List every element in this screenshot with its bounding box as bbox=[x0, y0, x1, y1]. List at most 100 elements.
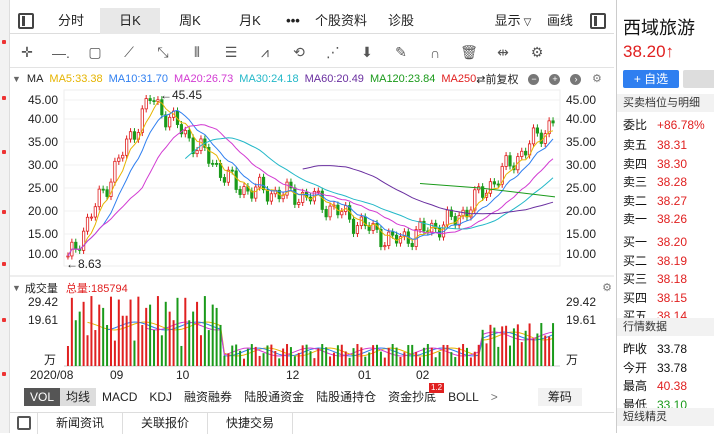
volume-settings-icon[interactable]: ⚙ bbox=[602, 281, 612, 294]
vol-y-tick: 万 bbox=[44, 353, 56, 367]
ma-collapse-icon[interactable]: ▼ bbox=[12, 74, 21, 84]
tab-monthly-k[interactable]: 月K bbox=[220, 8, 280, 34]
segment-tool-icon[interactable]: ⤡ bbox=[146, 44, 180, 61]
volume-bar bbox=[297, 352, 300, 366]
settings-gear-icon[interactable]: ⚙ bbox=[520, 44, 554, 61]
zoom-in-icon[interactable]: + bbox=[549, 73, 561, 85]
line-tool-icon[interactable]: —. bbox=[44, 45, 78, 61]
candle-body bbox=[328, 205, 332, 218]
tab-stock-profile[interactable]: 个股资料 bbox=[306, 8, 376, 34]
candle-body bbox=[261, 176, 266, 191]
row-value: 38.18 bbox=[657, 272, 688, 287]
row-value: 38.28 bbox=[657, 175, 688, 190]
ind-margin[interactable]: 融资融券 bbox=[178, 388, 238, 406]
zoom-out-icon[interactable]: − bbox=[528, 73, 540, 85]
candle-body bbox=[144, 98, 148, 110]
row-value: 38.26 bbox=[657, 212, 688, 227]
tab-news[interactable]: 新闻资讯 bbox=[38, 412, 124, 434]
tab-related-quotes[interactable]: 关联报价 bbox=[123, 412, 209, 434]
display-menu-button[interactable]: 显示 ▽ bbox=[488, 8, 538, 34]
candle-body bbox=[520, 150, 524, 157]
trash-icon[interactable]: 🗑 bbox=[452, 44, 486, 61]
row-value: 33.78 bbox=[657, 342, 688, 356]
candle-body bbox=[215, 162, 219, 165]
pen-tool-icon[interactable]: ✎ bbox=[384, 44, 418, 61]
drawing-button[interactable]: 画线 bbox=[538, 8, 582, 34]
row-label: 卖二 bbox=[623, 193, 648, 208]
ind-bottom-fishing[interactable]: 资金抄底 1.2 bbox=[382, 383, 445, 406]
candle-body bbox=[242, 186, 246, 195]
tab-quick-trade[interactable]: 快捷交易 bbox=[208, 412, 294, 434]
ask-row: 卖三 38.28 bbox=[623, 173, 714, 191]
volume-collapse-icon[interactable]: ▼ bbox=[12, 283, 21, 293]
arrow-down-tool-icon[interactable]: ⬇ bbox=[350, 44, 384, 61]
ma-legend: ▼ MA MA5:33.38 MA10:31.70 MA20:26.73 MA3… bbox=[12, 70, 612, 88]
ind-vol[interactable]: VOL bbox=[24, 388, 61, 406]
volume-bar bbox=[219, 324, 222, 366]
tab-intraday[interactable]: 分时 bbox=[42, 8, 100, 34]
magnet-icon[interactable]: ∩ bbox=[418, 45, 452, 61]
volume-bar bbox=[207, 330, 210, 366]
volume-bar bbox=[258, 355, 261, 366]
volume-bar bbox=[391, 344, 394, 366]
ind-northbound-flow[interactable]: 陆股通资金 bbox=[238, 388, 310, 406]
y-tick-label: 20.00 bbox=[28, 204, 58, 218]
volume-bar bbox=[469, 357, 472, 366]
ind-northbound-holdings[interactable]: 陆股通持仓 bbox=[310, 388, 382, 406]
tab-diagnose[interactable]: 诊股 bbox=[376, 8, 426, 34]
candle-body bbox=[89, 216, 94, 219]
vol-y-tick: 29.42 bbox=[28, 295, 58, 309]
volume-bar bbox=[524, 330, 527, 366]
secondary-button[interactable] bbox=[683, 70, 714, 88]
move-horizontal-icon[interactable]: ⇹ bbox=[486, 44, 520, 61]
ind-ma[interactable]: 均线 bbox=[60, 388, 97, 406]
rectangle-tool-icon[interactable]: ▢ bbox=[78, 44, 112, 61]
tab-daily-k[interactable]: 日K bbox=[100, 7, 160, 34]
ma120-value: MA120:23.84 bbox=[369, 73, 436, 85]
volume-bar bbox=[266, 345, 269, 366]
row-value: 38.20 bbox=[657, 235, 688, 249]
ind-more-arrow[interactable]: > bbox=[485, 388, 504, 406]
volume-bar bbox=[415, 351, 418, 366]
cycle-tool-icon[interactable]: ⟲ bbox=[282, 44, 316, 61]
parallel-lines-icon[interactable]: ⦀ bbox=[180, 44, 214, 61]
volume-bar bbox=[305, 344, 308, 366]
period-tabs: 分时 日K 周K 月K ••• 个股资料 诊股 显示 ▽ 画线 bbox=[10, 7, 614, 34]
add-watchlist-button[interactable]: + 自选 bbox=[623, 70, 679, 88]
adjust-mode-dropdown[interactable]: ⇄前复权 bbox=[476, 71, 524, 87]
volume-bar bbox=[344, 351, 347, 366]
volume-bar bbox=[301, 345, 304, 366]
wave-tool-icon[interactable]: ⩘ bbox=[248, 44, 282, 61]
volume-bar bbox=[172, 320, 175, 366]
more-tabs-button[interactable]: ••• bbox=[280, 8, 306, 34]
ind-kdj[interactable]: KDJ bbox=[143, 388, 178, 406]
vol-y-tick-right: 万 bbox=[566, 353, 578, 367]
y-tick-label: 35.00 bbox=[28, 135, 58, 149]
fibonacci-tool-icon[interactable]: ⋰ bbox=[316, 44, 350, 61]
panel-toggle-icon[interactable] bbox=[590, 12, 606, 29]
bottom-panel-toggle[interactable] bbox=[10, 412, 38, 434]
ma-settings-icon[interactable]: ⚙ bbox=[591, 73, 602, 85]
volume-bar bbox=[141, 325, 144, 366]
stock-name: 西域旅游 bbox=[623, 18, 695, 38]
crosshair-icon[interactable]: ✛ bbox=[10, 44, 44, 61]
channel-tool-icon[interactable]: ☰ bbox=[214, 44, 248, 61]
next-icon[interactable]: › bbox=[570, 73, 582, 85]
ray-tool-icon[interactable]: ⟋ bbox=[112, 44, 146, 61]
volume-bar bbox=[552, 323, 555, 366]
volume-bar bbox=[383, 357, 386, 366]
ind-boll[interactable]: BOLL bbox=[442, 388, 485, 406]
chips-button[interactable]: 筹码 bbox=[537, 388, 582, 406]
kline-chart[interactable]: 45.00 40.00 35.00 30.00 25.00 20.00 15.0… bbox=[10, 88, 614, 398]
volume-bar bbox=[512, 328, 515, 366]
ind-macd[interactable]: MACD bbox=[96, 388, 143, 406]
sidebar-toggle-icon[interactable] bbox=[18, 12, 34, 29]
volume-bar bbox=[286, 344, 289, 366]
volume-bar bbox=[199, 335, 202, 366]
candle-body bbox=[101, 188, 105, 191]
tab-weekly-k[interactable]: 周K bbox=[160, 8, 220, 34]
ma-line bbox=[302, 165, 554, 215]
candle-body bbox=[324, 209, 328, 218]
chevron-down-icon: ▽ bbox=[523, 16, 532, 28]
volume-bar bbox=[223, 355, 226, 366]
